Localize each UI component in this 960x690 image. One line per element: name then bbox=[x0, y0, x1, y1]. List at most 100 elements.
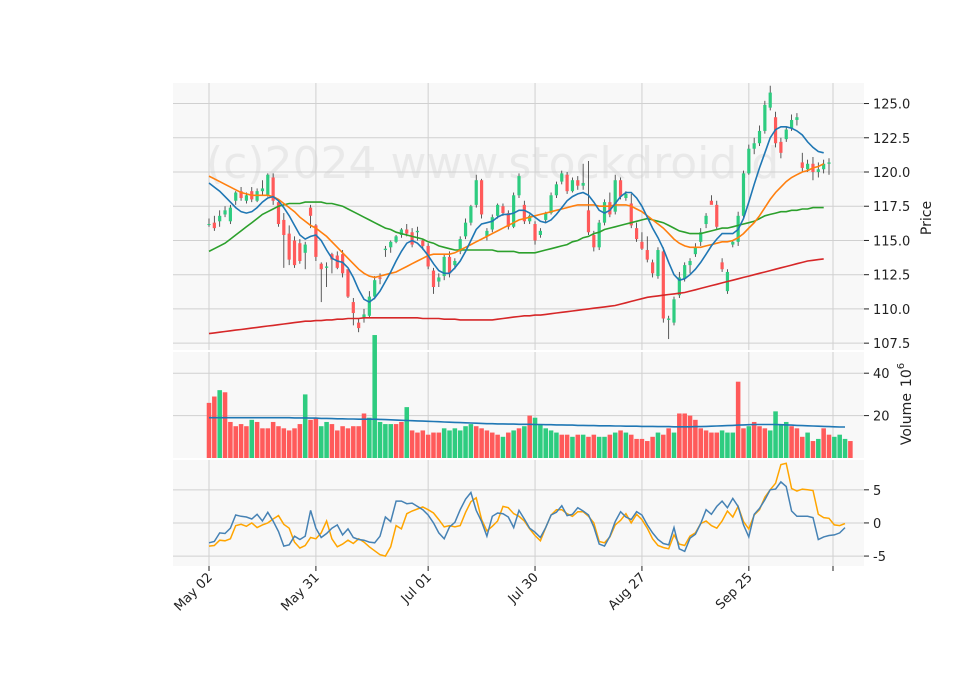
candle-down bbox=[212, 222, 216, 229]
candle-down bbox=[645, 250, 649, 260]
volume-bar-down bbox=[714, 432, 720, 458]
candle-up bbox=[672, 299, 676, 323]
candle-up bbox=[394, 236, 398, 242]
volume-bar-up bbox=[773, 411, 778, 458]
volume-bar-down bbox=[682, 413, 687, 458]
candle-up bbox=[244, 195, 249, 201]
candle-up bbox=[234, 192, 238, 201]
volume-bar-up bbox=[511, 430, 516, 458]
candle-down bbox=[479, 180, 484, 215]
volume-bar-down bbox=[709, 432, 714, 458]
volume-bar-down bbox=[265, 428, 271, 458]
volume-bar-down bbox=[516, 428, 522, 458]
volume-bar-up bbox=[842, 438, 848, 458]
candle-down bbox=[779, 141, 783, 153]
volume-bar-down bbox=[650, 436, 655, 458]
volume-bar-down bbox=[222, 392, 228, 458]
volume-bar-down bbox=[393, 424, 399, 458]
x-tick-label: Aug 27 bbox=[606, 570, 649, 613]
candle-up bbox=[741, 173, 746, 216]
volume-bar-up bbox=[468, 424, 474, 458]
candle-up bbox=[218, 215, 222, 222]
volume-bar-up bbox=[602, 436, 607, 458]
candle-up bbox=[367, 296, 371, 316]
volume-bar-down bbox=[484, 430, 490, 458]
candle-up bbox=[597, 222, 601, 248]
volume-bar-up bbox=[217, 390, 222, 458]
watermark-text: (c)2024 www.stockdroid.d bbox=[206, 138, 779, 189]
volume-bar-up bbox=[655, 432, 661, 458]
volume-bar-up bbox=[612, 432, 618, 458]
price-tick-label: 115.0 bbox=[873, 234, 910, 249]
volume-bar-down bbox=[260, 428, 265, 458]
volume-bar-down bbox=[645, 441, 650, 458]
volume-bar-down bbox=[409, 430, 415, 458]
volume-bar-down bbox=[628, 434, 634, 458]
volume-bar-down bbox=[698, 428, 703, 458]
candle-up bbox=[816, 169, 820, 172]
volume-bar-down bbox=[810, 441, 816, 458]
volume-bar-down bbox=[800, 436, 805, 458]
candle-up bbox=[613, 180, 617, 212]
candle-up bbox=[463, 222, 468, 237]
volume-bar-up bbox=[388, 424, 393, 458]
volume-bar-down bbox=[848, 441, 853, 458]
candle-up bbox=[324, 266, 329, 268]
volume-bar-down bbox=[361, 413, 367, 458]
volume-bar-down bbox=[735, 381, 741, 458]
candle-up bbox=[806, 163, 810, 170]
volume-bar-down bbox=[212, 396, 217, 458]
volume-label: Volume bbox=[899, 393, 915, 445]
candle-up bbox=[373, 280, 377, 297]
candle-down bbox=[346, 269, 350, 297]
candle-down bbox=[378, 277, 382, 279]
price-panel bbox=[173, 83, 864, 350]
candle-up bbox=[549, 195, 553, 214]
volume-bar-up bbox=[249, 419, 255, 458]
volume-bar-up bbox=[500, 436, 506, 458]
volume-bar-up bbox=[404, 407, 410, 458]
volume-bar-up bbox=[746, 426, 752, 458]
price-axis-title: Price bbox=[919, 201, 935, 235]
volume-bar-down bbox=[687, 415, 693, 458]
volume-bar-down bbox=[661, 434, 666, 458]
volume-bar-up bbox=[372, 335, 377, 458]
x-tick-label: Sep 25 bbox=[713, 570, 756, 613]
volume-bar-down bbox=[618, 430, 623, 458]
chart-canvas: (c)2024 www.stockdroid.d May 02 May 31 Jul… bbox=[172, 83, 935, 614]
volume-bar-up bbox=[302, 394, 308, 458]
volume-bar-up bbox=[832, 436, 837, 458]
candle-down bbox=[651, 262, 655, 274]
volume-bar-up bbox=[367, 417, 372, 458]
volume-bar-down bbox=[420, 430, 426, 458]
volume-bar-up bbox=[805, 432, 810, 458]
candle-up bbox=[683, 265, 687, 279]
volume-bar-up bbox=[383, 424, 388, 458]
volume-bar-down bbox=[351, 426, 356, 458]
volume-bar-down bbox=[297, 424, 303, 458]
candle-down bbox=[565, 174, 569, 192]
volume-bar-down bbox=[741, 428, 746, 458]
price-tick-label: 112.5 bbox=[873, 269, 910, 284]
volume-bar-up bbox=[719, 430, 725, 458]
volume-bar-up bbox=[570, 436, 575, 458]
volume-bar-down bbox=[559, 434, 565, 458]
volume-bar-down bbox=[308, 419, 313, 458]
candle-up bbox=[538, 230, 542, 235]
candle-up bbox=[731, 241, 735, 245]
candle-up bbox=[266, 174, 270, 196]
oscillator-tick-label: 5 bbox=[873, 484, 881, 499]
volume-bar-down bbox=[244, 426, 249, 458]
volume-bar-up bbox=[596, 436, 602, 458]
x-tick-label: Jul 30 bbox=[505, 570, 542, 607]
candle-down bbox=[287, 233, 291, 260]
volume-bar-down bbox=[639, 438, 645, 458]
volume-bar-down bbox=[276, 426, 281, 458]
candle-up bbox=[704, 215, 708, 225]
volume-bar-up bbox=[548, 430, 554, 458]
candle-down bbox=[308, 207, 313, 216]
volume-bar-up bbox=[580, 434, 586, 458]
volume-bar-down bbox=[479, 428, 484, 458]
candle-down bbox=[447, 256, 452, 274]
candle-down bbox=[661, 251, 665, 319]
